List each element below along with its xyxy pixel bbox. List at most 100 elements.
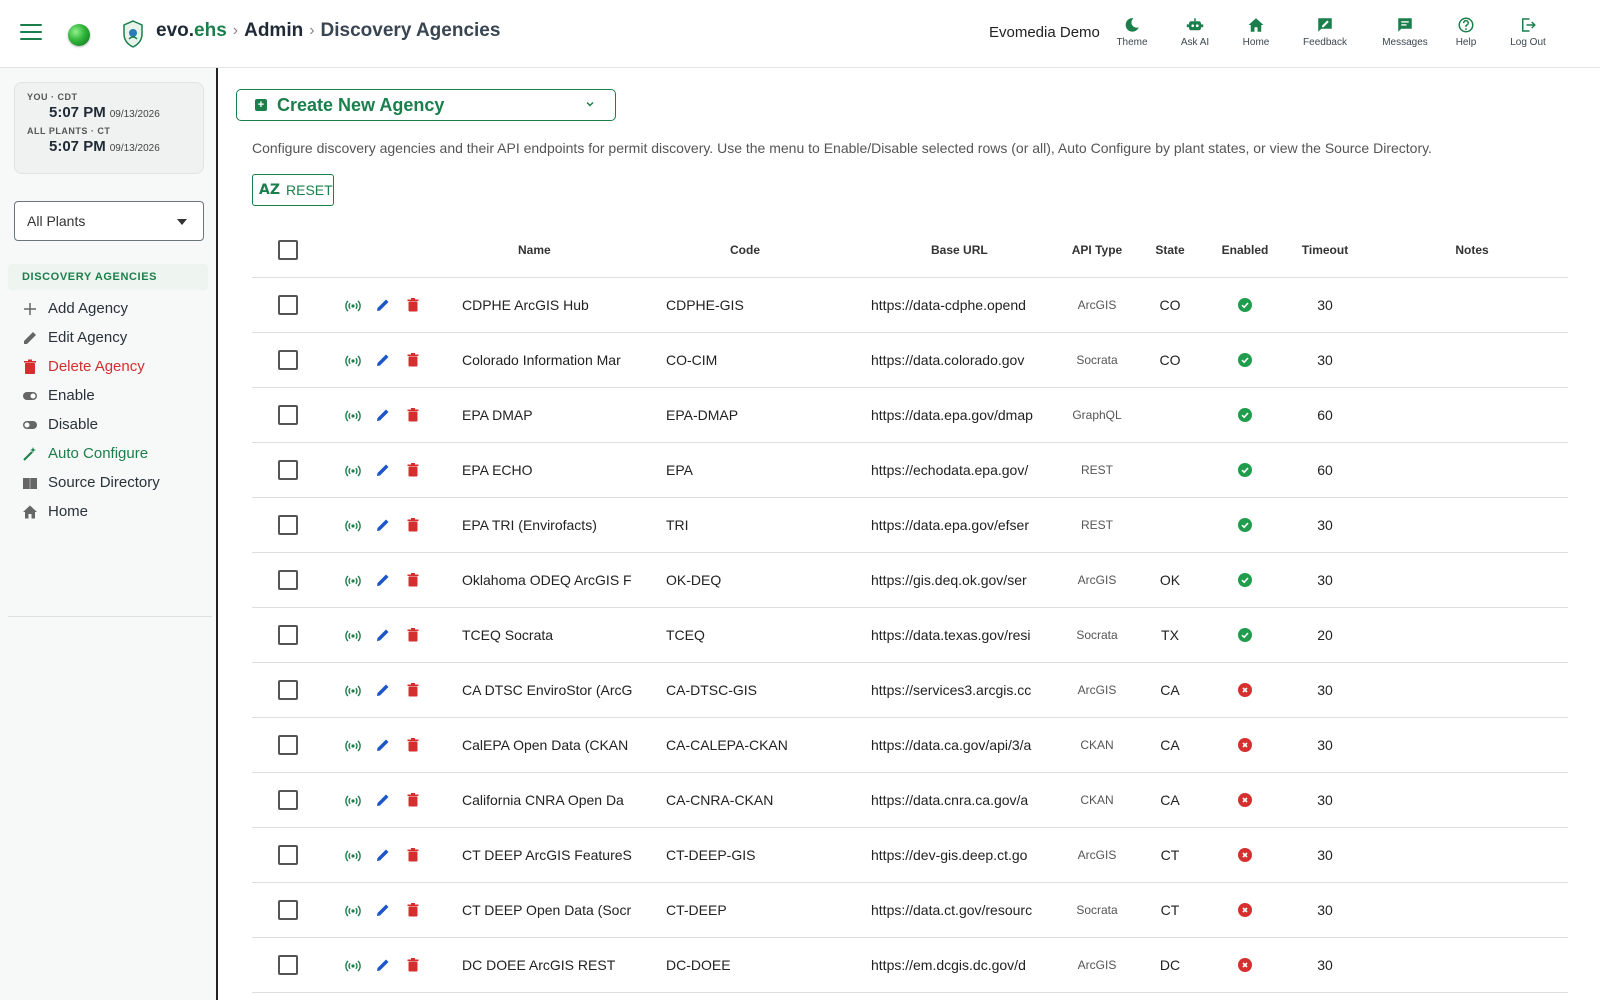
discover-icon[interactable] xyxy=(344,791,362,809)
help-button[interactable]: Help xyxy=(1448,16,1484,48)
select-all-checkbox[interactable] xyxy=(278,239,298,260)
table-row[interactable]: Oklahoma ODEQ ArcGIS F OK-DEQ https://gis.… xyxy=(252,553,1568,608)
table-row[interactable]: CDPHE ArcGIS Hub CDPHE-GIS https://data-cd… xyxy=(252,278,1568,333)
row-checkbox[interactable] xyxy=(278,460,298,480)
edit-icon[interactable] xyxy=(374,846,392,864)
discover-icon[interactable] xyxy=(344,461,362,479)
delete-icon[interactable] xyxy=(404,626,422,644)
discover-icon[interactable] xyxy=(344,571,362,589)
home-button[interactable]: Home xyxy=(1234,16,1278,48)
delete-icon[interactable] xyxy=(404,901,422,919)
row-checkbox[interactable] xyxy=(278,625,298,645)
discover-icon[interactable] xyxy=(344,516,362,534)
discover-icon[interactable] xyxy=(344,846,362,864)
table-row[interactable]: EPA TRI (Envirofacts) TRI https://data.epa… xyxy=(252,498,1568,553)
feedback-button[interactable]: Feedback xyxy=(1296,16,1354,48)
delete-icon[interactable] xyxy=(404,351,422,369)
column-header-enabled[interactable]: Enabled xyxy=(1214,222,1276,277)
sort-az-icon: AZ xyxy=(259,182,280,198)
column-header-name[interactable]: Name xyxy=(518,222,584,277)
menu-icon[interactable] xyxy=(20,24,42,42)
delete-icon[interactable] xyxy=(404,296,422,314)
row-checkbox[interactable] xyxy=(278,350,298,370)
sidebar-item-home[interactable]: Home xyxy=(22,497,160,526)
edit-icon[interactable] xyxy=(374,736,392,754)
discover-icon[interactable] xyxy=(344,351,362,369)
table-row[interactable]: TCEQ Socrata TCEQ https://data.texas.gov/r… xyxy=(252,608,1568,663)
reset-sort-button[interactable]: AZ RESET xyxy=(252,174,334,206)
edit-icon[interactable] xyxy=(374,461,392,479)
discover-icon[interactable] xyxy=(344,626,362,644)
sidebar-item-enable[interactable]: Enable xyxy=(22,381,160,410)
table-row[interactable]: EPA DMAP EPA-DMAP https://data.epa.gov/dma… xyxy=(252,388,1568,443)
edit-icon[interactable] xyxy=(374,516,392,534)
delete-icon[interactable] xyxy=(404,846,422,864)
discover-icon[interactable] xyxy=(344,406,362,424)
theme-button[interactable]: Theme xyxy=(1110,16,1154,48)
discover-icon[interactable] xyxy=(344,296,362,314)
column-header-timeout[interactable]: Timeout xyxy=(1282,222,1368,277)
sidebar-item-disable[interactable]: Disable xyxy=(22,410,160,439)
row-checkbox[interactable] xyxy=(278,900,298,920)
column-header-notes[interactable]: Notes xyxy=(1392,222,1552,277)
table-row[interactable]: CA DTSC EnviroStor (ArcG CA-DTSC-GIS https… xyxy=(252,663,1568,718)
sidebar-item-add-agency[interactable]: Add Agency xyxy=(22,294,160,323)
delete-icon[interactable] xyxy=(404,461,422,479)
edit-icon[interactable] xyxy=(374,626,392,644)
row-checkbox[interactable] xyxy=(278,570,298,590)
messages-button[interactable]: Messages xyxy=(1376,16,1434,48)
table-row[interactable]: DC DOEE ArcGIS REST DC-DOEE https://em.dcg… xyxy=(252,938,1568,993)
row-checkbox[interactable] xyxy=(278,845,298,865)
logout-button[interactable]: Log Out xyxy=(1506,16,1550,48)
plant-select[interactable]: All Plants xyxy=(14,201,204,241)
table-row[interactable]: Colorado Information Mar CO-CIM https://da… xyxy=(252,333,1568,388)
breadcrumb-admin[interactable]: Admin xyxy=(244,20,303,42)
column-header-url[interactable]: Base URL xyxy=(931,222,1005,277)
delete-icon[interactable] xyxy=(404,956,422,974)
delete-icon[interactable] xyxy=(404,571,422,589)
edit-icon[interactable] xyxy=(374,681,392,699)
edit-icon[interactable] xyxy=(374,901,392,919)
row-checkbox[interactable] xyxy=(278,295,298,315)
table-row[interactable]: EPA ECHO EPA https://echodata.epa.gov/REST… xyxy=(252,443,1568,498)
row-select-cell xyxy=(278,718,302,772)
edit-icon[interactable] xyxy=(374,351,392,369)
discover-icon[interactable] xyxy=(344,736,362,754)
row-checkbox[interactable] xyxy=(278,515,298,535)
row-select-cell xyxy=(278,553,302,607)
column-header-state[interactable]: State xyxy=(1146,222,1194,277)
discover-icon[interactable] xyxy=(344,681,362,699)
robot-icon xyxy=(1186,18,1204,31)
row-checkbox[interactable] xyxy=(278,790,298,810)
sidebar-item-auto-configure[interactable]: Auto Configure xyxy=(22,439,160,468)
table-row[interactable]: CT DEEP ArcGIS FeatureS CT-DEEP-GIS https:… xyxy=(252,828,1568,883)
row-checkbox[interactable] xyxy=(278,680,298,700)
edit-icon[interactable] xyxy=(374,571,392,589)
row-checkbox[interactable] xyxy=(278,955,298,975)
delete-icon[interactable] xyxy=(404,681,422,699)
delete-icon[interactable] xyxy=(404,791,422,809)
discover-icon[interactable] xyxy=(344,901,362,919)
brand-name[interactable]: evo.ehs xyxy=(156,20,227,42)
sidebar-item-source-directory[interactable]: Source Directory xyxy=(22,468,160,497)
edit-icon[interactable] xyxy=(374,956,392,974)
row-checkbox[interactable] xyxy=(278,405,298,425)
edit-icon[interactable] xyxy=(374,406,392,424)
column-header-code[interactable]: Code xyxy=(730,222,780,277)
table-row[interactable]: CT DEEP Open Data (Socr CT-DEEP https://da… xyxy=(252,883,1568,938)
delete-icon[interactable] xyxy=(404,406,422,424)
edit-icon[interactable] xyxy=(374,296,392,314)
create-new-agency-button[interactable]: + Create New Agency xyxy=(236,89,616,121)
sidebar-item-delete-agency[interactable]: Delete Agency xyxy=(22,352,160,381)
ask-ai-button[interactable]: Ask AI xyxy=(1173,16,1217,48)
edit-icon[interactable] xyxy=(374,791,392,809)
table-row[interactable]: California CNRA Open Da CA-CNRA-CKAN https… xyxy=(252,773,1568,828)
cell-state: CT xyxy=(1160,847,1180,863)
table-row[interactable]: CalEPA Open Data (CKAN CA-CALEPA-CKAN http… xyxy=(252,718,1568,773)
delete-icon[interactable] xyxy=(404,736,422,754)
row-checkbox[interactable] xyxy=(278,735,298,755)
sidebar-item-edit-agency[interactable]: Edit Agency xyxy=(22,323,160,352)
column-header-api-type[interactable]: API Type xyxy=(1056,222,1138,277)
delete-icon[interactable] xyxy=(404,516,422,534)
discover-icon[interactable] xyxy=(344,956,362,974)
